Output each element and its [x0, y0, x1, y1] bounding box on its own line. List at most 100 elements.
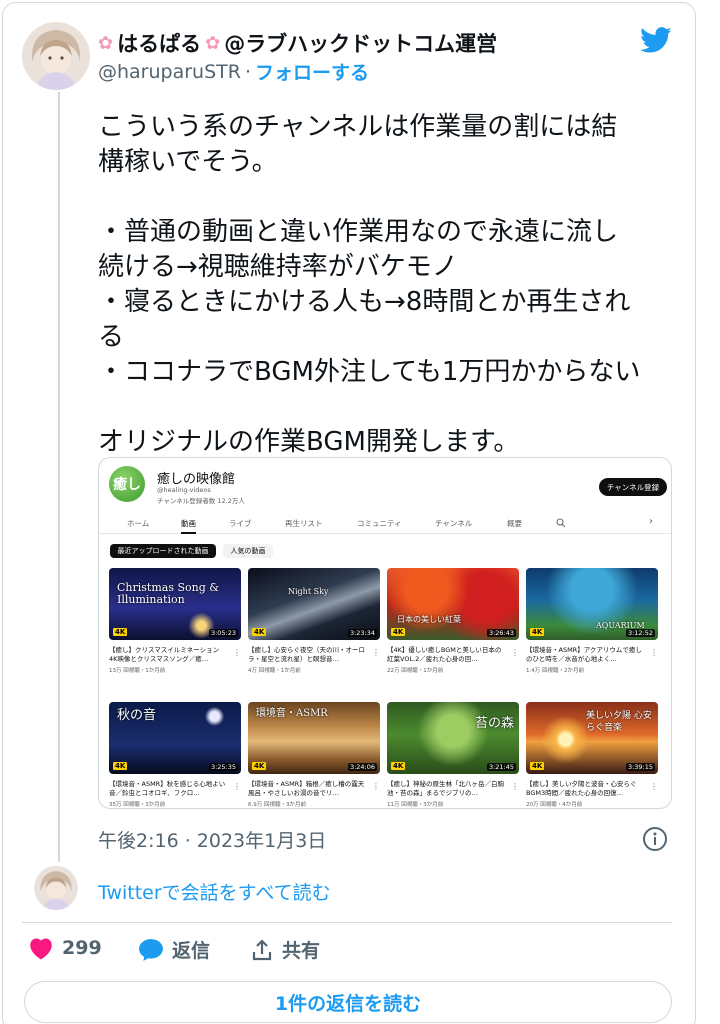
author-display-name-suffix: @ラブハックドットコム運営 — [224, 32, 498, 56]
more-vert-icon: ⋮ — [233, 648, 241, 657]
channel-tabs: ホーム 動画 ライブ 再生リスト コミュニティ チャンネル 概要 — [99, 514, 671, 534]
video-title: 【癒し】神秘の原生林「北八ヶ岳／白駒池・苔の森」まるでジブリの… — [387, 780, 504, 797]
flower-icon: ✿ — [98, 32, 114, 54]
author-name-row[interactable]: ✿ はるぱる ✿ @ラブハックドットコム運営 — [98, 28, 497, 58]
reply-label: 返信 — [172, 940, 211, 962]
tab-community: コミュニティ — [357, 519, 402, 528]
channel-logo: 癒し — [109, 466, 145, 502]
search-icon — [556, 518, 566, 528]
chip-recent: 最近アップロードされた動画 — [110, 544, 216, 558]
video-title: 【癒し】美しい夕陽と波音・心安らぐBGM3時間／疲れた心身の回復… — [526, 780, 637, 797]
subscribe-button: チャンネル登録 — [599, 478, 667, 496]
thread-line — [58, 92, 60, 862]
video-duration: 3:23:34 — [347, 629, 377, 637]
video-duration: 3:05:23 — [208, 629, 238, 637]
video-meta: 22万 回視聴・1か月前 — [387, 668, 444, 674]
tweet-line: 続ける→視聴維持率がバケモノ — [98, 252, 458, 282]
more-vert-icon: ⋮ — [511, 648, 519, 657]
video-card: AQUARIUM 4K 3:12:52 【環境音・ASMR】アクアリウムで癒しの… — [526, 568, 658, 674]
video-card: Night Sky 4K 3:23:34 【癒し】心安らぐ夜空（天の川・オーロラ… — [248, 568, 380, 674]
video-thumbnail: 秋の音 4K 3:25:35 — [109, 702, 241, 774]
tweet-line: オリジナルの作業BGM開発します。 — [98, 427, 520, 457]
video-meta: 20万 回視聴・4か月前 — [526, 802, 583, 808]
share-label: 共有 — [282, 940, 321, 962]
chip-popular: 人気の動画 — [223, 544, 273, 558]
video-thumbnail: 美しい夕陽 心安らぐ音楽 4K 3:39:15 — [526, 702, 658, 774]
video-meta: 13万 回視聴・1か月前 — [109, 668, 166, 674]
video-meta: 35万 回視聴・3か月前 — [109, 802, 166, 808]
video-title: 【癒し】心安らぐ夜空（天の川・オーロラ・星空と流れ星）と瞑想音… — [248, 646, 365, 663]
read-conversation-link[interactable]: Twitterで会話をすべて読む — [98, 878, 331, 905]
thumbnail-text: 美しい夕陽 心安らぐ音楽 — [586, 711, 652, 733]
tweet-line: こういう系のチャンネルは作業量の割には結 — [98, 112, 618, 142]
like-button[interactable]: 299 — [28, 936, 102, 960]
badge-4k: 4K — [252, 628, 267, 636]
video-meta: 4万 回視聴・1か月前 — [248, 668, 301, 674]
more-vert-icon: ⋮ — [372, 648, 380, 657]
video-duration: 3:12:52 — [625, 629, 655, 637]
tweet-line: ・普通の動画と違い作業用なので永遠に流し — [98, 217, 619, 247]
video-thumbnail: Night Sky 4K 3:23:34 — [248, 568, 380, 640]
badge-4k: 4K — [530, 628, 545, 636]
video-duration: 3:26:43 — [486, 629, 516, 637]
video-title: 【環境音・ASMR】箱根／癒し檜の露天風呂・やさしいお湯の音でリ… — [248, 780, 365, 797]
video-title: 【癒し】クリスマスイルミネーション4K映像とクリスマスソング／癒… — [109, 646, 220, 663]
separator: · — [244, 60, 252, 83]
follow-button[interactable]: フォローする — [255, 58, 369, 85]
author-avatar[interactable] — [22, 22, 90, 90]
tab-channels: チャンネル — [435, 519, 473, 528]
tweet-line: る — [98, 322, 125, 352]
video-card: 日本の美しい紅葉 4K 3:26:43 【4K】優しい癒しBGMと美しい日本の紅… — [387, 568, 519, 674]
more-vert-icon: ⋮ — [650, 782, 658, 791]
thumbnail-text: Night Sky — [288, 587, 329, 596]
badge-4k: 4K — [530, 762, 545, 770]
channel-subscribers: チャンネル登録者数 12.2万人 — [157, 497, 245, 505]
badge-4k: 4K — [391, 628, 406, 636]
video-meta: 1.4万 回視聴・2か月前 — [526, 668, 584, 674]
tweet-line — [98, 180, 678, 215]
badge-4k: 4K — [113, 762, 128, 770]
video-thumbnail: 苔の森 4K 3:21:45 — [387, 702, 519, 774]
more-vert-icon: ⋮ — [233, 782, 241, 791]
video-title: 【環境音・ASMR】アクアリウムで癒しのひと時を／水音が心地よく… — [526, 646, 642, 663]
twitter-bird-icon[interactable] — [638, 24, 674, 56]
author-handle[interactable]: @haruparuSTR — [98, 61, 241, 83]
badge-4k: 4K — [391, 762, 406, 770]
thumbnail-text: 環境音・ASMR — [256, 708, 328, 719]
info-icon[interactable] — [642, 826, 668, 852]
author-avatar-small[interactable] — [34, 866, 78, 910]
chevron-right-icon: › — [649, 516, 653, 527]
flower-icon: ✿ — [205, 32, 221, 54]
video-thumbnail: 環境音・ASMR 4K 3:24:06 — [248, 702, 380, 774]
reply-button[interactable]: 返信 — [138, 936, 210, 963]
video-thumbnail: 日本の美しい紅葉 4K 3:26:43 — [387, 568, 519, 640]
video-title: 【環境音・ASMR】秋を感じる心地よい音／鈴虫とコオロギ、フクロ… — [109, 780, 226, 797]
more-vert-icon: ⋮ — [372, 782, 380, 791]
tweet-line: ・ココナラでBGM外注しても1万円かからない — [98, 357, 641, 387]
tab-about: 概要 — [507, 519, 522, 528]
tweet-timestamp[interactable]: 午後2:16 · 2023年1月3日 — [98, 826, 326, 853]
thumbnail-text: 日本の美しい紅葉 — [397, 615, 461, 624]
like-count: 299 — [62, 937, 102, 959]
tweet-line — [98, 390, 678, 425]
heart-icon — [30, 938, 52, 960]
video-card: 美しい夕陽 心安らぐ音楽 4K 3:39:15 【癒し】美しい夕陽と波音・心安ら… — [526, 702, 658, 808]
video-duration: 3:24:06 — [347, 763, 377, 771]
video-card: 苔の森 4K 3:21:45 【癒し】神秘の原生林「北八ヶ岳／白駒池・苔の森」ま… — [387, 702, 519, 808]
channel-id: @healing-videos — [157, 486, 211, 494]
video-title: 【4K】優しい癒しBGMと美しい日本の紅葉VOL.2／疲れた心身の回… — [387, 646, 502, 663]
video-duration: 3:21:45 — [486, 763, 516, 771]
badge-4k: 4K — [113, 628, 128, 636]
video-meta: 6.9万 回視聴・3か月前 — [248, 802, 306, 808]
share-icon — [252, 938, 272, 960]
share-button[interactable]: 共有 — [250, 936, 320, 963]
badge-4k: 4K — [252, 762, 267, 770]
author-display-name: はるぱる — [117, 32, 202, 56]
tweet-line: 構稼いでそう。 — [98, 147, 278, 177]
video-thumbnail: Christmas Song & Illumination 4K 3:05:23 — [109, 568, 241, 640]
tab-videos: 動画 — [181, 518, 196, 534]
read-replies-button[interactable]: 1件の返信を読む — [24, 981, 672, 1023]
author-handle-row: @haruparuSTR · フォローする — [98, 58, 369, 85]
embedded-image[interactable]: 癒し 癒しの映像館 @healing-videos チャンネル登録者数 12.2… — [98, 457, 672, 809]
tab-playlists: 再生リスト — [285, 519, 323, 528]
